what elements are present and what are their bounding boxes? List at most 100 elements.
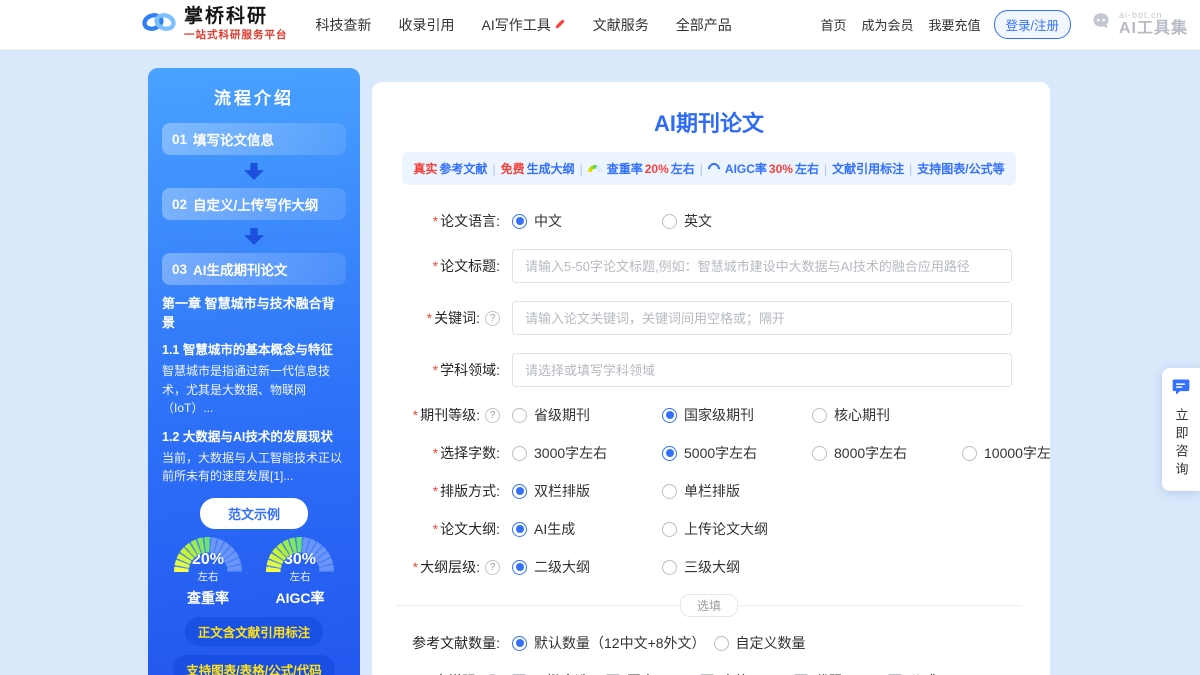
field-control-reference-count: 默认数量（12中文+8外文） 自定义数量 bbox=[512, 633, 1022, 653]
nav-item-1[interactable]: 收录引用 bbox=[399, 15, 455, 35]
content-enhance-option-3[interactable]: 代码 bbox=[794, 671, 880, 675]
field-control-content-enhance: 一键全选 图表 表格 代码 公式 bbox=[512, 671, 1022, 675]
field-control-keywords bbox=[512, 301, 1022, 335]
site-tagline: 一站式科研服务平台 bbox=[184, 30, 288, 42]
word-count-option-2[interactable]: 8000字左右 bbox=[812, 443, 954, 463]
reference-count-option-0[interactable]: 默认数量（12中文+8外文） bbox=[512, 633, 706, 653]
field-label-content-enhance: 正文增强:? bbox=[396, 671, 500, 675]
option-label: 公式 bbox=[909, 671, 937, 675]
journal-level-option-1[interactable]: 国家级期刊 bbox=[662, 405, 804, 425]
option-label: 英文 bbox=[684, 211, 712, 231]
option-label: 图表 bbox=[627, 671, 655, 675]
keywords-input[interactable] bbox=[512, 301, 1012, 335]
radio-icon bbox=[512, 484, 527, 499]
option-label: 双栏排版 bbox=[534, 481, 590, 501]
feature-item-4: 文献引用标注 bbox=[832, 160, 904, 177]
option-label: 表格 bbox=[721, 671, 749, 675]
header-link-1[interactable]: 成为会员 bbox=[861, 15, 913, 34]
help-icon[interactable]: ? bbox=[485, 311, 500, 326]
login-register-button[interactable]: 登录/注册 bbox=[994, 10, 1071, 39]
ai-bot-logo[interactable]: ai-bot.cn AI工具集 bbox=[1088, 10, 1188, 39]
field-label-paper-title: *论文标题: bbox=[396, 256, 500, 276]
option-label: 中文 bbox=[534, 211, 562, 231]
content-enhance-option-1[interactable]: 图表 bbox=[606, 671, 692, 675]
aigc-rate-gauge: 30% 左右 AIGC率 bbox=[256, 537, 344, 608]
nav-item-3[interactable]: 文献服务 bbox=[593, 15, 649, 35]
step-label: 填写论文信息 bbox=[193, 129, 274, 149]
layout-mode-option-1[interactable]: 单栏排版 bbox=[662, 481, 804, 501]
word-count-option-0[interactable]: 3000字左右 bbox=[512, 443, 654, 463]
feature-item-5: 支持图表/公式等 bbox=[917, 160, 1004, 177]
nav-item-4[interactable]: 全部产品 bbox=[676, 15, 732, 35]
paper-language-option-1[interactable]: 英文 bbox=[662, 211, 804, 231]
separator: | bbox=[492, 162, 495, 176]
step-1: 01 填写论文信息 bbox=[162, 123, 346, 155]
consult-widget[interactable]: 立即咨询 bbox=[1162, 368, 1200, 491]
help-icon[interactable]: ? bbox=[485, 408, 500, 423]
feature-item-1: 免费生成大纲 bbox=[501, 160, 575, 177]
preview-section-text: 当前，大数据与人工智能技术正以前所未有的速度发展[1]... bbox=[162, 449, 346, 486]
paper-outline-option-0[interactable]: AI生成 bbox=[512, 519, 654, 539]
field-label-journal-level: *期刊等级:? bbox=[396, 405, 500, 425]
step-3: 03 AI生成期刊论文 bbox=[162, 253, 346, 285]
site-logo[interactable]: 掌桥科研 一站式科研服务平台 bbox=[140, 7, 288, 41]
logo-infinity-icon bbox=[140, 10, 178, 39]
reference-count-option-1[interactable]: 自定义数量 bbox=[714, 633, 856, 653]
site-name: 掌桥科研 bbox=[184, 7, 288, 28]
outline-level-option-0[interactable]: 二级大纲 bbox=[512, 557, 654, 577]
nav-item-label: 科技查新 bbox=[316, 15, 372, 35]
sample-paper-button[interactable]: 范文示例 bbox=[200, 498, 308, 529]
radio-icon bbox=[662, 446, 677, 461]
header-link-2[interactable]: 我要充值 bbox=[928, 15, 980, 34]
separator: | bbox=[824, 162, 827, 176]
preview-section-text: 智慧城市是指通过新一代信息技术，尤其是大数据、物联网（IoT）... bbox=[162, 362, 346, 418]
header-link-0[interactable]: 首页 bbox=[820, 15, 846, 34]
feature-text: 生成大纲 bbox=[527, 160, 575, 177]
feature-text: 左右 bbox=[671, 160, 695, 177]
optional-toggle[interactable]: 选填 bbox=[680, 594, 738, 617]
ai-bot-name: AI工具集 bbox=[1119, 21, 1188, 38]
nav-item-2[interactable]: AI写作工具 bbox=[482, 15, 566, 35]
option-label: 自定义数量 bbox=[736, 633, 806, 653]
field-label-outline-level: *大纲层级:? bbox=[396, 557, 500, 577]
word-count-option-1[interactable]: 5000字左右 bbox=[662, 443, 804, 463]
top-header: 掌桥科研 一站式科研服务平台 科技查新 收录引用 AI写作工具 文献服务 全部产品 首页… bbox=[0, 0, 1200, 50]
paper-language-option-0[interactable]: 中文 bbox=[512, 211, 654, 231]
paper-outline-option-1[interactable]: 上传论文大纲 bbox=[662, 519, 804, 539]
field-label-text: 论文大纲: bbox=[440, 519, 500, 539]
word-count-option-3[interactable]: 10000字左右 bbox=[962, 443, 1050, 463]
outline-level-option-1[interactable]: 三级大纲 bbox=[662, 557, 804, 577]
separator: | bbox=[580, 162, 583, 176]
help-icon[interactable]: ? bbox=[485, 560, 500, 575]
preview-section-title: 1.1 智慧城市的基本概念与特征 bbox=[162, 339, 346, 358]
journal-level-option-2[interactable]: 核心期刊 bbox=[812, 405, 954, 425]
content-enhance-option-4[interactable]: 公式 bbox=[888, 671, 974, 675]
form-row-content-enhance: 正文增强:? 一键全选 图表 表格 代码 公式 bbox=[396, 671, 1022, 675]
gauge-arc-icon bbox=[266, 537, 334, 572]
field-label-text: 关键词: bbox=[434, 308, 480, 328]
duplicate-rate-gauge: 20% 左右 查重率 bbox=[164, 537, 252, 608]
option-label: AI生成 bbox=[534, 519, 575, 539]
nav-item-0[interactable]: 科技查新 bbox=[316, 15, 372, 35]
feature-text: 文献引用标注 bbox=[832, 160, 904, 177]
content-enhance-option-2[interactable]: 表格 bbox=[700, 671, 786, 675]
content-enhance-option-0[interactable]: 一键全选 bbox=[512, 671, 598, 675]
form-row-reference-count: 参考文献数量: 默认数量（12中文+8外文） 自定义数量 bbox=[396, 633, 1022, 653]
citation-badge: 正文含文献引用标注 bbox=[185, 617, 324, 646]
feature-text: 支持图表/公式等 bbox=[917, 160, 1004, 177]
radio-icon bbox=[512, 522, 527, 537]
required-asterisk: * bbox=[413, 407, 418, 423]
option-label: 国家级期刊 bbox=[684, 405, 754, 425]
journal-level-option-0[interactable]: 省级期刊 bbox=[512, 405, 654, 425]
subject-area-input[interactable] bbox=[512, 353, 1012, 387]
field-label-text: 排版方式: bbox=[440, 481, 500, 501]
field-label-reference-count: 参考文献数量: bbox=[396, 633, 500, 653]
layout-mode-option-0[interactable]: 双栏排版 bbox=[512, 481, 654, 501]
paper-title-input[interactable] bbox=[512, 249, 1012, 283]
gauge-label: 查重率 bbox=[164, 588, 252, 608]
field-label-keywords: *关键词:? bbox=[396, 308, 500, 328]
form-row-keywords: *关键词:? bbox=[396, 301, 1022, 335]
feature-text: 真实 bbox=[413, 160, 437, 177]
field-control-paper-language: 中文 英文 bbox=[512, 211, 1022, 231]
required-asterisk: * bbox=[413, 559, 418, 575]
